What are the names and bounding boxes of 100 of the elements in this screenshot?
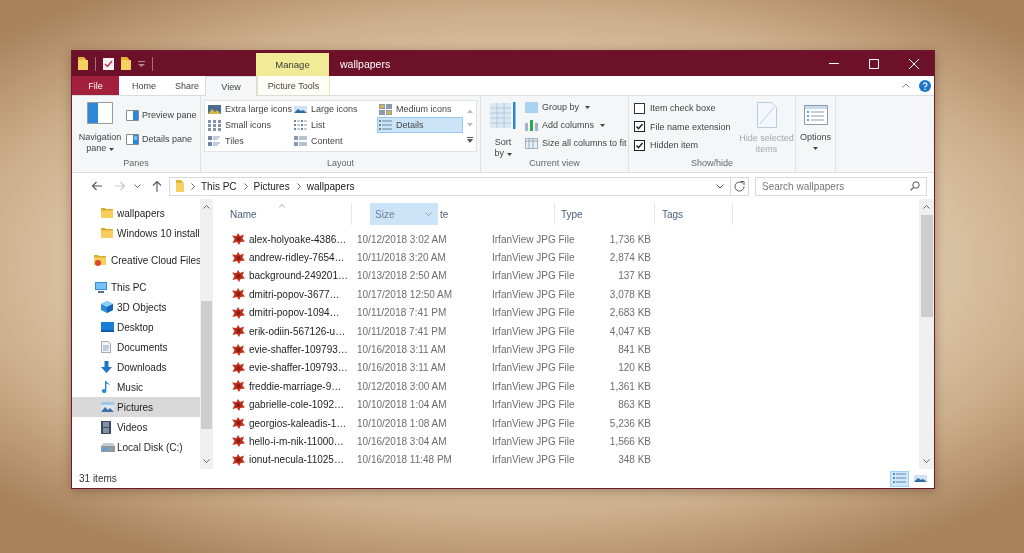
preview-pane-icon bbox=[126, 109, 139, 121]
ribbon-tab[interactable]: Share bbox=[169, 76, 205, 95]
checkbox[interactable] bbox=[634, 102, 645, 114]
pane-button[interactable]: Details pane bbox=[126, 132, 197, 146]
scrollbar-thumb[interactable] bbox=[920, 215, 933, 317]
column-header[interactable]: Type bbox=[555, 203, 655, 225]
breadcrumb[interactable]: This PC bbox=[201, 180, 237, 192]
sidebar-item[interactable]: Desktop bbox=[72, 317, 200, 337]
file-name[interactable]: hello-i-m-nik-11000… bbox=[249, 436, 344, 447]
navigation-pane-button[interactable]: Navigation pane bbox=[74, 96, 126, 157]
breadcrumb[interactable]: Pictures bbox=[253, 180, 290, 192]
file-size: 120 KB bbox=[617, 362, 651, 374]
layout-option[interactable]: Tiles bbox=[206, 133, 292, 149]
file-name[interactable]: alex-holyoake-4386… bbox=[249, 233, 347, 245]
file-name[interactable]: andrew-ridley-7654… bbox=[249, 252, 345, 264]
new-folder-icon[interactable] bbox=[121, 57, 131, 70]
file-type: IrfanView JPG File bbox=[492, 344, 576, 356]
file-type: IrfanView JPG File bbox=[492, 417, 576, 429]
landscape-icon bbox=[294, 103, 307, 115]
column-header[interactable]: Tags bbox=[655, 203, 733, 225]
sidebar-item[interactable]: Creative Cloud Files bbox=[72, 250, 200, 270]
customize-dropdown-icon[interactable] bbox=[138, 60, 145, 67]
scroll-down-icon[interactable] bbox=[203, 459, 210, 463]
scrollbar[interactable] bbox=[200, 199, 213, 469]
back-arrow-icon[interactable] bbox=[91, 181, 103, 191]
file-name[interactable]: ionut-necula-11025… bbox=[249, 454, 344, 466]
checkbox-label[interactable]: Hidden item bbox=[650, 140, 699, 151]
search-field[interactable]: Search wallpapers bbox=[755, 176, 927, 196]
small-grid-icon bbox=[208, 119, 221, 131]
sidebar-item[interactable]: Windows 10 install bbox=[72, 223, 200, 243]
sidebar-item[interactable]: Music bbox=[72, 377, 200, 397]
address-field[interactable]: This PC Pictures wallpapers bbox=[169, 176, 731, 196]
file-name[interactable]: erik-odiin-567126-u… bbox=[249, 325, 346, 337]
layout-option[interactable]: List bbox=[292, 117, 377, 133]
sidebar-item[interactable]: Documents bbox=[72, 337, 200, 357]
sidebar-item[interactable]: Local Disk (C:) bbox=[72, 437, 200, 457]
collapse-ribbon-icon[interactable] bbox=[902, 83, 910, 88]
view-toggle-button[interactable] bbox=[890, 470, 909, 487]
add-columns-icon bbox=[525, 119, 538, 131]
scrollbar-thumb[interactable] bbox=[201, 301, 212, 429]
layout-option[interactable]: Details bbox=[377, 117, 463, 133]
expand-gallery-icon[interactable] bbox=[466, 137, 473, 143]
modified-date: 10/16/2018 11:48 PM bbox=[357, 454, 453, 466]
photo-icon bbox=[208, 103, 221, 115]
scrollbar[interactable] bbox=[919, 199, 934, 469]
scroll-down-icon[interactable] bbox=[923, 459, 930, 463]
chevron-icon bbox=[243, 182, 248, 190]
checkbox[interactable] bbox=[634, 139, 645, 151]
options-button[interactable]: Options bbox=[796, 96, 835, 172]
dropdown-icon[interactable] bbox=[716, 183, 724, 189]
ribbon-tab[interactable]: File bbox=[72, 76, 119, 95]
file-type: IrfanView JPG File bbox=[492, 380, 576, 392]
layout-option[interactable]: Large icons bbox=[292, 101, 377, 117]
sidebar-item[interactable]: Pictures bbox=[72, 397, 200, 417]
scroll-up-icon[interactable] bbox=[923, 205, 930, 209]
ribbon-tab[interactable]: View bbox=[205, 76, 257, 96]
file-name[interactable]: evie-shaffer-109793… bbox=[249, 344, 348, 356]
film-icon bbox=[101, 420, 111, 434]
checkbox-label[interactable]: File name extension bbox=[650, 121, 731, 132]
layout-option[interactable]: Extra large icons bbox=[206, 101, 292, 117]
ribbon-tab[interactable]: Home bbox=[119, 76, 169, 95]
checkbox[interactable] bbox=[634, 121, 645, 133]
sidebar-item[interactable]: This PC bbox=[72, 277, 200, 297]
file-name[interactable]: georgios-kaleadis-1… bbox=[249, 417, 347, 429]
file-name[interactable]: background-249201… bbox=[249, 270, 348, 282]
view-command[interactable]: Size all columns to fit bbox=[525, 134, 627, 152]
sidebar-item[interactable]: Videos bbox=[72, 417, 200, 437]
sidebar-item[interactable]: Downloads bbox=[72, 357, 200, 377]
file-name[interactable]: freddie-marriage-9… bbox=[249, 380, 342, 392]
recent-locations-icon[interactable] bbox=[134, 184, 141, 188]
up-arrow-icon[interactable] bbox=[152, 180, 162, 192]
view-command[interactable]: Group by bbox=[525, 98, 627, 116]
breadcrumb[interactable]: wallpapers bbox=[306, 180, 355, 192]
column-header[interactable]: Name bbox=[213, 203, 352, 225]
help-icon[interactable] bbox=[919, 79, 931, 92]
file-size: 863 KB bbox=[617, 399, 651, 411]
file-type: IrfanView JPG File bbox=[492, 454, 576, 466]
ribbon-tab[interactable]: Picture Tools bbox=[257, 76, 330, 95]
file-size: 3,078 KB bbox=[608, 288, 651, 300]
file-type: IrfanView JPG File bbox=[492, 288, 576, 300]
splat-icon bbox=[232, 325, 245, 338]
file-name[interactable]: dmitri-popov-1094… bbox=[249, 307, 340, 319]
group-label: Show/hide bbox=[691, 157, 733, 170]
sidebar-item[interactable]: 3D Objects bbox=[72, 297, 200, 317]
file-name[interactable]: gabrielle-cole-1092… bbox=[249, 399, 345, 411]
sidebar-item[interactable]: wallpapers bbox=[72, 203, 200, 223]
file-name[interactable]: dmitri-popov-3677… bbox=[249, 288, 340, 300]
scroll-up-icon[interactable] bbox=[203, 205, 210, 209]
layout-option[interactable]: Small icons bbox=[206, 117, 292, 133]
refresh-button[interactable] bbox=[731, 176, 749, 196]
view-command[interactable]: Add columns bbox=[525, 116, 627, 134]
checkbox-label[interactable]: Item check boxe bbox=[650, 103, 716, 114]
pane-button[interactable]: Preview pane bbox=[126, 108, 197, 122]
sort-by-button[interactable]: Sort by bbox=[485, 96, 521, 157]
group-label: Panes bbox=[123, 157, 149, 170]
layout-option[interactable]: Medium icons bbox=[377, 101, 463, 117]
properties-icon[interactable] bbox=[103, 57, 114, 70]
desktop-icon bbox=[101, 322, 114, 332]
layout-option[interactable]: Content bbox=[292, 133, 377, 149]
file-name[interactable]: evie-shaffer-109793… bbox=[249, 362, 348, 374]
